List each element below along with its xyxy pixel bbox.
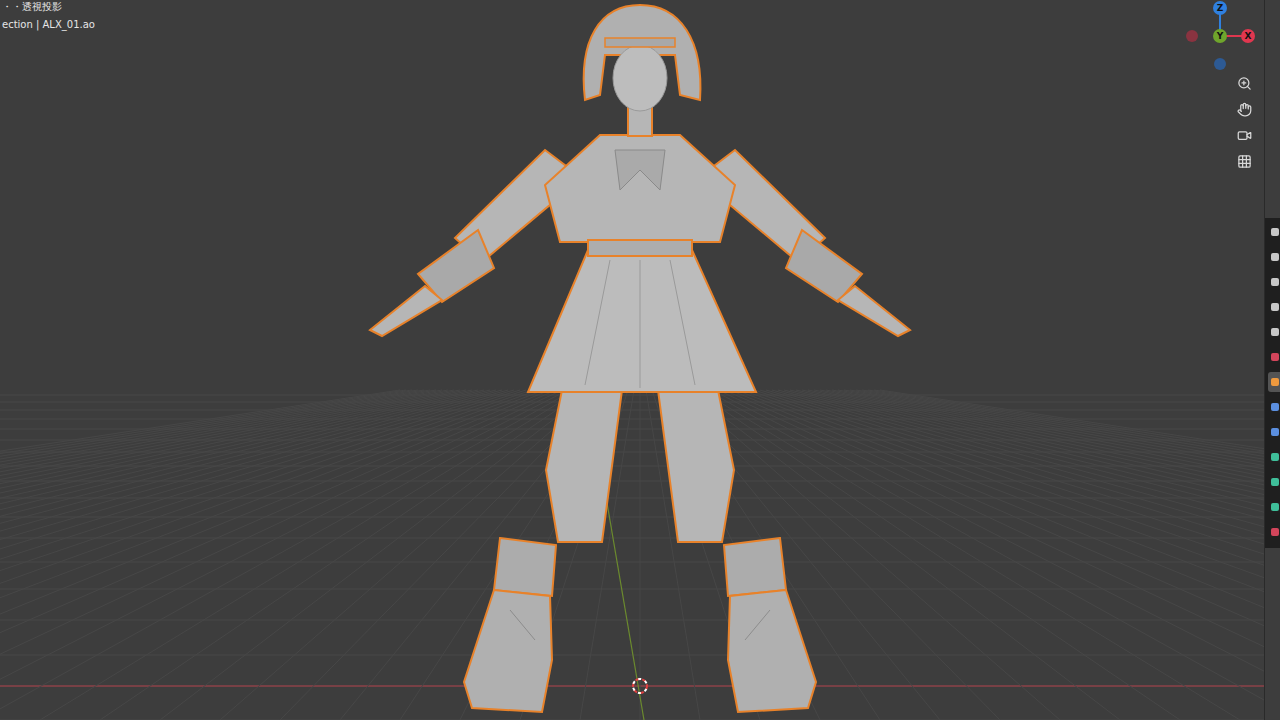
grid-line bbox=[814, 390, 1264, 720]
zoom-icon bbox=[1237, 76, 1252, 91]
properties-strip bbox=[1264, 0, 1280, 720]
y-axis-icon[interactable] bbox=[1213, 29, 1227, 43]
grid-line bbox=[0, 538, 1264, 539]
properties-tab[interactable] bbox=[1268, 372, 1280, 392]
grid-line bbox=[0, 395, 1264, 396]
camera-button[interactable] bbox=[1232, 123, 1256, 147]
grid-line bbox=[0, 390, 544, 720]
grid-line bbox=[0, 410, 1264, 411]
x-axis-icon[interactable] bbox=[1241, 29, 1255, 43]
properties-tab[interactable] bbox=[1268, 322, 1280, 342]
grid-line bbox=[0, 390, 418, 720]
properties-tabs bbox=[1265, 218, 1280, 548]
grid-line bbox=[0, 481, 1264, 482]
grid-line bbox=[706, 390, 1264, 720]
grid-line bbox=[808, 390, 1264, 720]
properties-tab[interactable] bbox=[1268, 247, 1280, 267]
3d-viewport[interactable]: ・・透視投影 ection | ALX_01.ao Z Y X bbox=[0, 0, 1264, 720]
properties-tab[interactable] bbox=[1268, 447, 1280, 467]
grid-line bbox=[736, 390, 1264, 720]
grid-line bbox=[0, 517, 1264, 518]
navigation-buttons bbox=[1232, 71, 1256, 173]
neg-z-axis-icon[interactable] bbox=[1214, 58, 1226, 70]
view-mode-label: ・・透視投影 bbox=[2, 0, 95, 14]
grid-line bbox=[0, 390, 478, 720]
properties-tab[interactable] bbox=[1268, 497, 1280, 517]
grid-line bbox=[832, 390, 1264, 720]
grid-line bbox=[0, 390, 568, 720]
properties-tab[interactable] bbox=[1268, 297, 1280, 317]
viewport-canvas[interactable] bbox=[0, 0, 1264, 720]
grid-line bbox=[742, 390, 1264, 720]
grid-line bbox=[160, 390, 592, 720]
hand-icon bbox=[1237, 102, 1252, 117]
pan-button[interactable] bbox=[1232, 97, 1256, 121]
zoom-button[interactable] bbox=[1232, 71, 1256, 95]
properties-tab[interactable] bbox=[1268, 472, 1280, 492]
grid-line bbox=[880, 390, 1264, 720]
grid-line bbox=[0, 390, 562, 720]
ortho-button[interactable] bbox=[1232, 149, 1256, 173]
grid-line bbox=[0, 390, 514, 720]
properties-tab[interactable] bbox=[1268, 522, 1280, 542]
grid-line bbox=[0, 620, 1264, 621]
grid-line bbox=[0, 390, 484, 720]
grid-line bbox=[826, 390, 1264, 720]
grid-line bbox=[0, 390, 400, 720]
grid-line bbox=[796, 390, 1264, 720]
collection-label: ection | ALX_01.ao bbox=[2, 18, 95, 32]
properties-tab[interactable] bbox=[1268, 422, 1280, 442]
floor-grid bbox=[0, 390, 1264, 720]
grid-line bbox=[0, 466, 1264, 467]
character-model[interactable] bbox=[370, 5, 910, 712]
grid-line bbox=[100, 390, 586, 720]
grid-line bbox=[820, 390, 1264, 720]
grid-line bbox=[0, 390, 574, 720]
grid-line bbox=[712, 390, 1264, 720]
grid-line bbox=[220, 390, 598, 720]
viewport-info: ・・透視投影 ection | ALX_01.ao bbox=[2, 0, 95, 32]
grid-line bbox=[0, 589, 1264, 590]
z-axis-icon[interactable] bbox=[1213, 1, 1227, 15]
grid-line bbox=[0, 390, 502, 720]
grid-icon bbox=[1237, 154, 1252, 169]
grid-line bbox=[0, 562, 1264, 563]
camera-icon bbox=[1237, 128, 1252, 143]
blender-window: ・・透視投影 ection | ALX_01.ao Z Y X bbox=[0, 0, 1280, 720]
3d-cursor-icon[interactable] bbox=[633, 679, 647, 693]
properties-tab[interactable] bbox=[1268, 347, 1280, 367]
navigation-gizmo[interactable]: Z Y X bbox=[1164, 0, 1264, 80]
properties-tab[interactable] bbox=[1268, 222, 1280, 242]
grid-line bbox=[0, 390, 412, 720]
x-axis-label: X bbox=[1245, 31, 1252, 41]
grid-line bbox=[0, 655, 1264, 656]
y-axis-label: Y bbox=[1216, 31, 1224, 41]
neg-x-axis-icon[interactable] bbox=[1186, 30, 1198, 42]
grid-line bbox=[640, 390, 641, 720]
z-axis-label: Z bbox=[1217, 3, 1224, 13]
grid-line bbox=[0, 390, 496, 720]
properties-tab[interactable] bbox=[1268, 272, 1280, 292]
properties-tab[interactable] bbox=[1268, 397, 1280, 417]
grid-line bbox=[460, 390, 622, 720]
grid-line bbox=[0, 390, 508, 720]
grid-line bbox=[688, 390, 1120, 720]
grid-line bbox=[40, 390, 580, 720]
grid-line bbox=[838, 390, 1264, 720]
